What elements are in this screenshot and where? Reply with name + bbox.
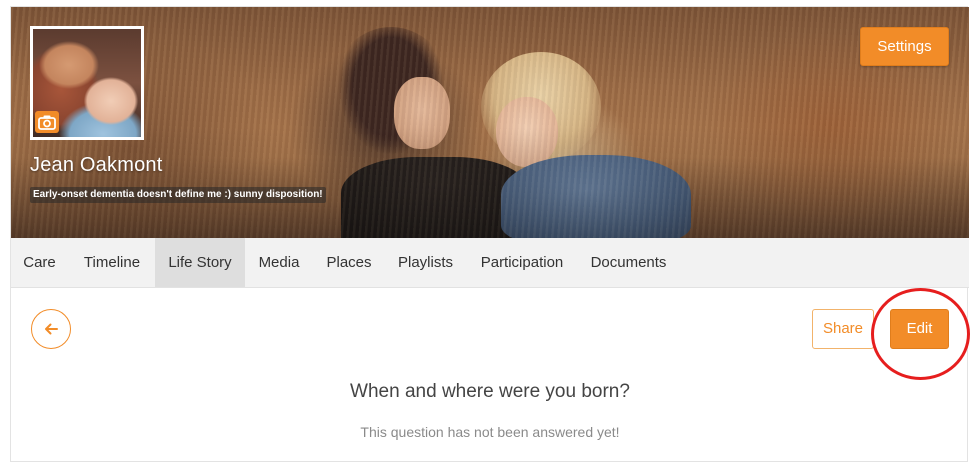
share-button[interactable]: Share	[812, 309, 874, 349]
life-story-answer: This question has not been answered yet!	[360, 424, 620, 440]
tab-playlists[interactable]: Playlists	[387, 238, 464, 287]
cover-photo: Jean Oakmont Early-onset dementia doesn'…	[11, 7, 969, 238]
tab-timeline[interactable]: Timeline	[70, 238, 154, 287]
profile-name: Jean Oakmont	[30, 154, 163, 176]
profile-tabs: Care Timeline Life Story Media Places Pl…	[11, 238, 969, 288]
profile-card: Jean Oakmont Early-onset dementia doesn'…	[10, 6, 970, 462]
settings-button[interactable]: Settings	[860, 27, 949, 66]
cover-photo-shade	[11, 127, 969, 238]
edit-button[interactable]: Edit	[890, 309, 949, 349]
tab-places[interactable]: Places	[313, 238, 385, 287]
tab-media[interactable]: Media	[247, 238, 311, 287]
camera-icon[interactable]	[35, 111, 59, 133]
tab-care[interactable]: Care	[11, 238, 68, 287]
back-button[interactable]	[31, 309, 71, 349]
profile-tagline: Early-onset dementia doesn't define me :…	[30, 187, 326, 203]
tab-participation[interactable]: Participation	[466, 238, 578, 287]
tab-life-story[interactable]: Life Story	[155, 238, 245, 287]
arrow-left-icon	[45, 323, 58, 335]
life-story-question: When and where were you born?	[350, 381, 630, 402]
tab-documents[interactable]: Documents	[580, 238, 677, 287]
